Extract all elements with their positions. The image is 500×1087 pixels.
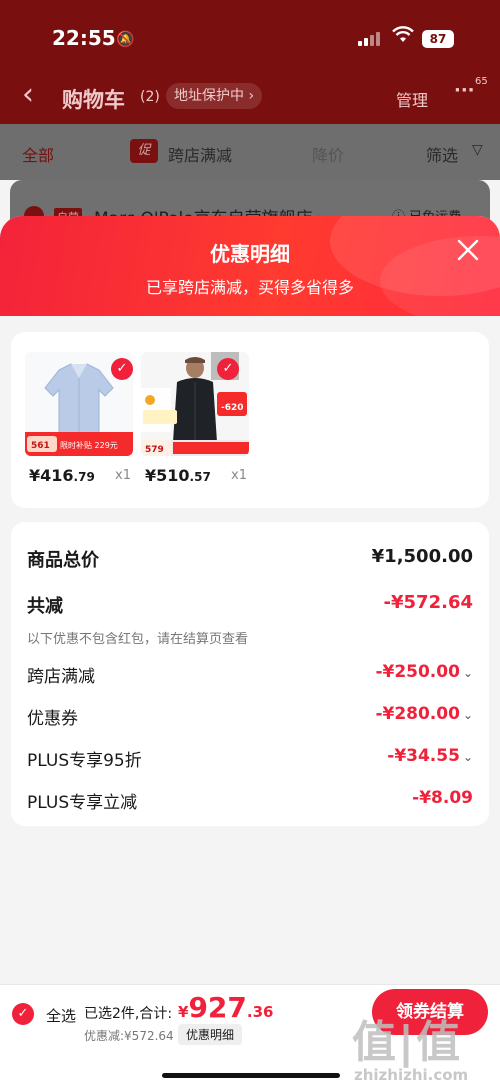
breakdown-item-value[interactable]: -¥34.55 ⌄ [387,746,473,766]
currency-symbol: ¥ [178,1003,189,1021]
price-int: 927 [188,991,247,1024]
status-time: 22:55 [52,26,116,50]
item-amount: -¥34.55 [387,746,460,766]
watermark: 值|值 zhizhizhi.com [346,1000,500,1087]
breakdown-item-label: 跨店满减 [27,667,95,687]
promo-icon: 促 [130,139,158,163]
sheet-header: 优惠明细 已享跨店满减，买得多省得多 [0,216,500,326]
discount-note: 以下优惠不包含红包，请在结算页查看 [27,632,249,647]
price-dec: .36 [246,1003,274,1021]
cart-header: ‹ 购物车 (2) 地址保护中 › 管理 ··· 65 [0,72,500,124]
discount-value: -¥572.64 [383,592,473,613]
product-qty: x1 [115,468,131,483]
breakdown-item-label: 优惠券 [27,709,78,729]
selected-count-text: 已选2件,合计: [84,1006,173,1022]
product-qty: x1 [231,468,247,483]
watermark-logo: 值|值 [352,1017,463,1068]
more-icon[interactable]: ··· [454,80,475,101]
chevron-down-icon[interactable]: ⌄ [463,708,473,722]
product-promo-text: 限时补贴 229元 [60,440,118,450]
total-value: ¥1,500.00 [371,546,473,567]
home-indicator [162,1073,340,1078]
close-icon[interactable] [456,238,480,262]
signal-icon [358,32,380,46]
breakdown-item-label: PLUS专享95折 [27,751,142,771]
tab-cross-store[interactable]: 跨店满减 [168,142,232,166]
mute-bell-icon: 🔕 [116,30,135,48]
breakdown-item-value[interactable]: -¥250.00 ⌄ [375,662,473,682]
chevron-down-icon[interactable]: ⌄ [463,750,473,764]
select-all-label[interactable]: 全选 [46,1005,76,1026]
discount-breakdown-card: 商品总价 ¥1,500.00 共减 -¥572.64 以下优惠不包含红包，请在结… [11,522,489,826]
item-amount: -¥250.00 [375,662,460,682]
select-all-checkbox[interactable]: ✓ [12,1003,34,1025]
cart-count: (2) [140,89,160,105]
status-bar: 22:55 🔕 87 [0,0,500,72]
price-int: ¥510 [145,466,190,485]
product-checkbox[interactable]: ✓ [111,358,133,380]
product-badge-value: 561 [31,441,50,451]
address-protection-pill[interactable]: 地址保护中 › [166,83,263,109]
sheet-subtitle: 已享跨店满减，买得多省得多 [145,278,354,297]
item-amount: -¥280.00 [375,704,460,724]
filter-button[interactable]: 筛选 [426,142,458,166]
discount-detail-sheet: 优惠明细 已享跨店满减，买得多省得多 561 限时补贴 229元 ✓ ¥416.… [0,216,500,1087]
discount-summary: 优惠减:¥572.64 [84,1029,174,1043]
product-price: ¥416.79 [29,466,95,485]
product-price: ¥510.57 [145,466,211,485]
breakdown-item-value[interactable]: -¥280.00 ⌄ [375,704,473,724]
sheet-title: 优惠明细 [210,242,290,266]
message-badge: 65 [475,76,488,87]
total-price: ¥927.36 [178,991,273,1024]
funnel-icon[interactable]: ▽ [472,142,483,158]
back-icon[interactable]: ‹ [22,80,34,110]
product-badge-value: 579 [145,445,164,455]
product-promo-text: -620 [221,403,244,413]
products-card: 561 限时补贴 229元 ✓ ¥416.79 x1 -620 579 ✓ ¥5… [11,332,489,508]
tab-all[interactable]: 全部 [22,142,54,166]
tab-price-drop[interactable]: 降价 [312,142,344,166]
manage-button[interactable]: 管理 [396,87,428,111]
product-checkbox[interactable]: ✓ [217,358,239,380]
watermark-url: zhizhizhi.com [354,1066,469,1084]
wifi-icon [392,26,414,49]
price-int: ¥416 [29,466,74,485]
discount-detail-button[interactable]: 优惠明细 [178,1024,243,1045]
breakdown-item-value: -¥8.09 [412,788,473,808]
discount-label: 共减 [27,596,63,617]
filter-bar: 全部 促 跨店满减 降价 筛选 ▽ [0,124,500,180]
price-dec: .79 [73,470,95,484]
total-label: 商品总价 [27,550,99,571]
price-dec: .57 [189,470,211,484]
chevron-down-icon[interactable]: ⌄ [463,666,473,680]
battery-icon: 87 [422,30,454,48]
breakdown-item-label: PLUS专享立减 [27,793,138,813]
page-title: 购物车 [62,88,125,112]
